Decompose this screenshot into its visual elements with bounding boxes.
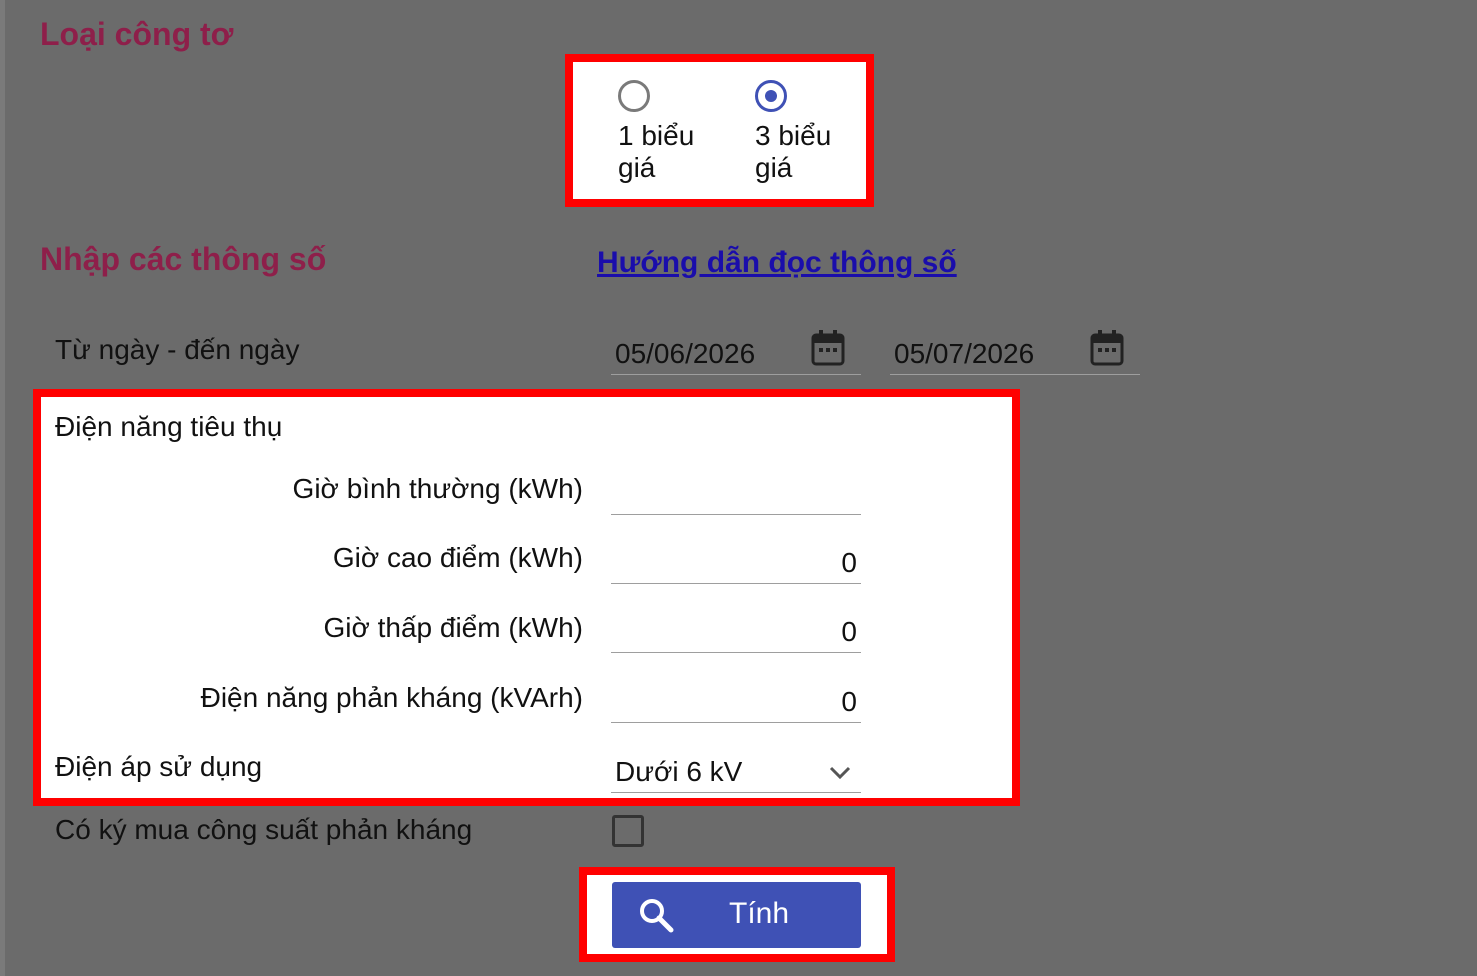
reactive-energy-input[interactable]: 0	[611, 675, 861, 723]
peak-hours-input[interactable]: 0	[611, 536, 861, 584]
left-edge	[0, 0, 5, 976]
radio-1-price[interactable]	[618, 80, 650, 112]
radio-3-price[interactable]	[755, 80, 787, 112]
from-date-value: 05/06/2026	[615, 338, 756, 369]
radio-1-price-label[interactable]: 1 biểu giá	[618, 120, 728, 184]
calendar-icon[interactable]	[1090, 330, 1124, 366]
search-icon	[640, 899, 674, 933]
radio-3-price-label[interactable]: 3 biểu giá	[755, 120, 865, 184]
voltage-label: Điện áp sử dụng	[55, 751, 263, 782]
guide-link[interactable]: Hướng dẫn đọc thông số	[597, 246, 957, 280]
offpeak-hours-input[interactable]: 0	[611, 605, 861, 653]
offpeak-hours-label: Giờ thấp điểm (kWh)	[323, 612, 583, 643]
calculate-label: Tính	[729, 897, 790, 930]
to-date-value: 05/07/2026	[894, 338, 1035, 369]
chevron-down-icon	[829, 766, 851, 780]
reactive-energy-value: 0	[841, 686, 857, 717]
calculate-button[interactable]: Tính	[612, 882, 861, 948]
calendar-icon[interactable]	[811, 330, 845, 366]
voltage-select[interactable]: Dưới 6 kV	[611, 745, 861, 793]
offpeak-hours-value: 0	[841, 616, 857, 647]
normal-hours-label: Giờ bình thường (kWh)	[292, 473, 583, 504]
peak-hours-label: Giờ cao điểm (kWh)	[332, 542, 583, 573]
calculate-highlight: Tính	[579, 867, 895, 962]
meter-type-highlight: 1 biểu giá 3 biểu giá	[565, 54, 874, 207]
consumption-highlight: Điện năng tiêu thụ Giờ bình thường (kWh)…	[33, 389, 1020, 806]
reactive-energy-label: Điện năng phản kháng (kVArh)	[200, 682, 583, 713]
meter-type-title: Loại công tơ	[40, 16, 234, 52]
peak-hours-value: 0	[841, 547, 857, 578]
reactive-contract-label: Có ký mua công suất phản kháng	[55, 814, 473, 845]
normal-hours-input[interactable]	[611, 467, 861, 515]
voltage-value: Dưới 6 kV	[615, 756, 743, 787]
date-range-label: Từ ngày - đến ngày	[55, 334, 300, 365]
consumption-label: Điện năng tiêu thụ	[55, 411, 283, 442]
reactive-contract-checkbox[interactable]	[612, 815, 644, 847]
params-title: Nhập các thông số	[40, 241, 327, 277]
